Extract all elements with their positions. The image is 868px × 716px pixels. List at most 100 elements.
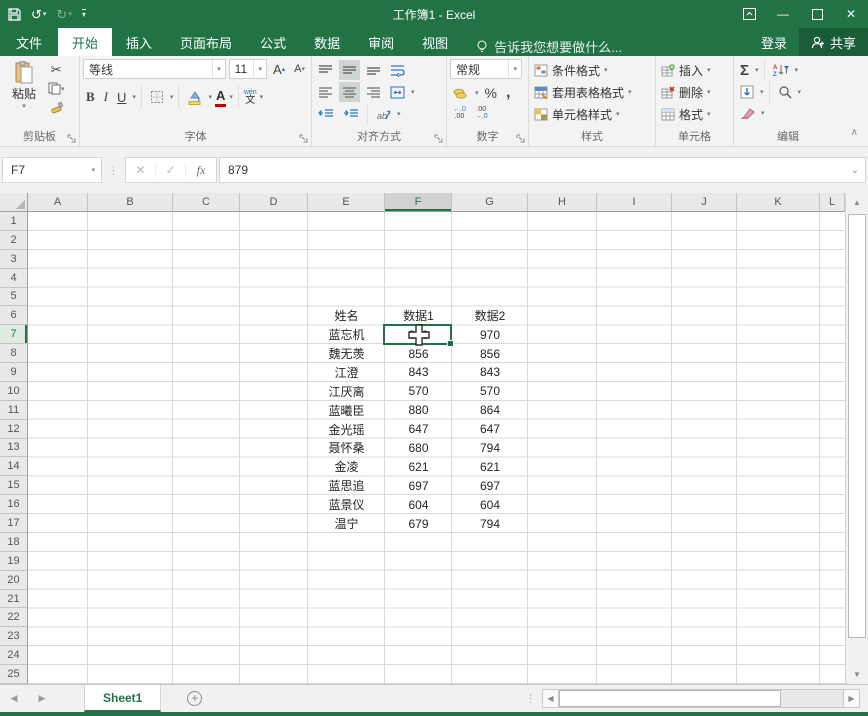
column-header-D[interactable]: D [240,193,308,212]
cell-E16[interactable]: 蓝景仪 [308,495,385,514]
merge-center-button[interactable] [387,82,408,102]
borders-button[interactable] [147,87,167,107]
sort-filter-button[interactable]: AZ [770,60,792,80]
tab-page-layout[interactable]: 页面布局 [166,28,246,56]
cell-E6[interactable]: 姓名 [308,306,385,325]
fill-dropdown[interactable]: ▾ [760,88,764,96]
column-header-C[interactable]: C [173,193,240,212]
tab-data[interactable]: 数据 [300,28,354,56]
column-header-A[interactable]: A [28,193,88,212]
cell-E10[interactable]: 江厌离 [308,382,385,401]
undo-button[interactable]: ↺▾ [31,8,46,21]
spreadsheet-grid[interactable]: ABCDEFGHIJKL 123456789101112131415161718… [0,193,845,684]
font-size-combo[interactable]: 11 ▾ [229,59,267,79]
number-format-dropdown[interactable]: ▾ [508,60,521,78]
horizontal-scroll-track[interactable] [559,689,843,708]
row-header-1[interactable]: 1 [0,212,28,231]
autosum-dropdown[interactable]: ▾ [755,66,759,74]
number-dialog-launcher[interactable] [516,134,525,143]
next-sheet-button[interactable]: ▶ [28,693,56,704]
align-bottom-button[interactable] [363,60,384,80]
row-header-12[interactable]: 12 [0,420,28,439]
sheet-cells-area[interactable]: 姓名数据1数据2蓝忘机879970魏无羡856856江澄843843江厌离570… [28,212,845,684]
save-button[interactable] [8,8,21,21]
cell-G16[interactable]: 604 [452,495,528,514]
share-button[interactable]: 共享 [799,28,868,56]
cell-G9[interactable]: 843 [452,363,528,382]
vertical-scrollbar[interactable]: ▲ ▼ [845,193,868,684]
underline-dropdown[interactable]: ▾ [132,93,136,101]
cell-G10[interactable]: 570 [452,382,528,401]
column-header-H[interactable]: H [528,193,597,212]
align-right-button[interactable] [363,82,384,102]
customize-qat-button[interactable]: ▾ [82,9,86,19]
bold-button[interactable]: B [83,87,98,107]
cell-G6[interactable]: 数据2 [452,306,528,325]
name-box-dropdown[interactable]: ▾ [91,166,101,174]
minimize-button[interactable]: — [766,0,800,28]
vertical-scroll-thumb[interactable] [848,214,866,638]
cell-G14[interactable]: 621 [452,457,528,476]
cell-G15[interactable]: 697 [452,476,528,495]
shrink-font-button[interactable]: A▾ [291,59,308,79]
cell-E12[interactable]: 金光瑶 [308,420,385,439]
clear-dropdown[interactable]: ▾ [761,109,765,117]
cell-E8[interactable]: 魏无羡 [308,344,385,363]
row-header-4[interactable]: 4 [0,269,28,288]
column-header-G[interactable]: G [452,193,528,212]
row-header-2[interactable]: 2 [0,231,28,250]
cell-E15[interactable]: 蓝思追 [308,476,385,495]
column-header-B[interactable]: B [88,193,173,212]
insert-cells-button[interactable]: 插入 ▾ [659,59,730,81]
cell-F14[interactable]: 621 [385,457,452,476]
row-header-11[interactable]: 11 [0,401,28,420]
grow-font-button[interactable]: A▴ [270,59,288,79]
font-name-dropdown[interactable]: ▾ [212,60,225,78]
clipboard-dialog-launcher[interactable] [67,134,76,143]
expand-formula-bar-button[interactable]: ⌄ [851,165,865,176]
tab-formulas[interactable]: 公式 [246,28,300,56]
cell-F10[interactable]: 570 [385,382,452,401]
fill-button[interactable] [737,82,757,102]
increase-indent-button[interactable] [340,104,362,124]
cell-G8[interactable]: 856 [452,344,528,363]
sort-filter-dropdown[interactable]: ▾ [795,66,799,74]
cell-F12[interactable]: 647 [385,420,452,439]
sign-in-button[interactable]: 登录 [749,33,799,52]
cell-F8[interactable]: 856 [385,344,452,363]
scroll-left-button[interactable]: ◀ [542,689,559,708]
fill-handle[interactable] [447,340,454,347]
close-button[interactable]: ✕ [834,0,868,28]
tab-file[interactable]: 文件 [0,28,58,56]
row-header-18[interactable]: 18 [0,533,28,552]
conditional-formatting-button[interactable]: 条件格式 ▾ [532,59,652,81]
copy-button[interactable]: ▾ [45,80,68,97]
number-format-combo[interactable]: 常规 ▾ [450,59,522,79]
fill-color-button[interactable] [184,87,205,107]
row-header-24[interactable]: 24 [0,646,28,665]
cell-F13[interactable]: 680 [385,439,452,458]
phonetic-dropdown[interactable]: ▾ [260,93,264,101]
paste-dropdown[interactable]: ▾ [22,102,26,110]
autosum-button[interactable]: Σ [737,60,752,80]
borders-dropdown[interactable]: ▾ [170,93,174,101]
row-header-15[interactable]: 15 [0,476,28,495]
align-left-button[interactable] [315,82,336,102]
tab-review[interactable]: 审阅 [354,28,408,56]
font-dialog-launcher[interactable] [299,134,308,143]
comma-style-button[interactable]: , [503,83,513,103]
horizontal-scroll-thumb[interactable] [559,690,781,707]
row-header-25[interactable]: 25 [0,665,28,684]
cell-E13[interactable]: 聂怀桑 [308,439,385,458]
redo-button[interactable]: ↻▾ [56,8,71,21]
tab-view[interactable]: 视图 [408,28,462,56]
cell-E9[interactable]: 江澄 [308,363,385,382]
collapse-ribbon-button[interactable]: ∧ [851,127,858,138]
percent-style-button[interactable]: % [482,83,500,103]
row-header-19[interactable]: 19 [0,552,28,571]
row-header-16[interactable]: 16 [0,495,28,514]
italic-button[interactable]: I [101,87,111,107]
ribbon-display-options-button[interactable] [732,0,766,28]
cell-E11[interactable]: 蓝曦臣 [308,401,385,420]
format-cells-button[interactable]: 格式 ▾ [659,103,730,125]
